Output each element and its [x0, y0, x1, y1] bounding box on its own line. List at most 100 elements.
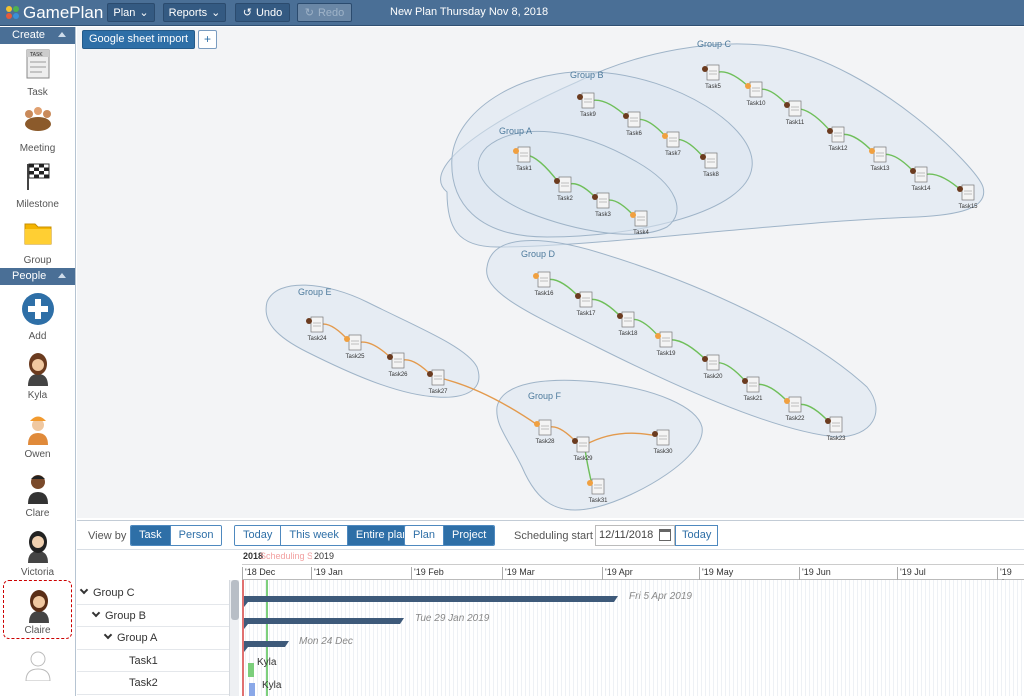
avatar	[28, 531, 48, 563]
task-label: Task11	[786, 120, 805, 126]
plan-group-label: Group D	[521, 249, 556, 259]
gantt-tree: Group C Group B Group A Task1 Task2	[77, 582, 229, 696]
gantt-timeline[interactable]: 2018 Scheduling Start 2019 '18 Dec '19 J…	[242, 550, 1024, 696]
month-label: '19 May	[699, 567, 733, 580]
gantt-row-group-b[interactable]: Group B	[77, 605, 229, 627]
chevron-down-icon[interactable]	[79, 585, 89, 595]
undo-button[interactable]: ↺ Undo	[235, 3, 290, 22]
task-label: Task31	[588, 498, 608, 504]
create-section-header[interactable]: Create	[0, 27, 75, 44]
task-label: Task25	[345, 354, 365, 360]
assignee-avatar	[587, 480, 593, 486]
plan-group-label: Group F	[528, 391, 562, 401]
create-group-item[interactable]: Group	[0, 212, 75, 268]
task-icon	[634, 210, 648, 227]
assignee-avatar	[869, 148, 875, 154]
assignee-avatar	[745, 83, 751, 89]
task-label: Task20	[703, 374, 723, 380]
gantt-bar-group-c[interactable]	[244, 596, 618, 607]
task-icon: TASK	[26, 49, 50, 79]
assignee-avatar	[617, 313, 623, 319]
assignee-avatar	[700, 154, 706, 160]
redo-button[interactable]: ↻ Redo	[297, 3, 352, 22]
chevron-down-icon[interactable]	[91, 608, 101, 617]
chevron-down-icon[interactable]	[103, 630, 113, 640]
gantt-bar-task2[interactable]	[249, 683, 255, 696]
gantt-bar-group-b[interactable]	[244, 618, 404, 629]
person-owen[interactable]: Owen	[0, 403, 75, 462]
task-icon	[831, 126, 845, 143]
person-clare[interactable]: Clare	[0, 462, 75, 521]
task-label: Task3	[595, 212, 611, 218]
month-label: '19 Jan	[311, 567, 343, 580]
calendar-icon[interactable]	[659, 529, 671, 541]
view-by-task-button[interactable]: Task	[131, 526, 171, 545]
google-sheet-import-button[interactable]: Google sheet import	[82, 30, 196, 49]
assignee-avatar	[630, 212, 636, 218]
assignee-avatar	[827, 128, 833, 134]
task-label: Task8	[703, 172, 719, 178]
redo-icon: ↻	[304, 7, 314, 19]
view-by-label: View by	[88, 530, 127, 542]
task-icon	[579, 291, 593, 308]
assignee-avatar	[554, 178, 560, 184]
task-label: Task10	[746, 101, 766, 107]
task-label: Task22	[785, 416, 805, 422]
task-label: Task7	[665, 151, 681, 157]
assignee-avatar	[623, 113, 629, 119]
app-logo[interactable]: GamePlan	[6, 3, 103, 23]
task-label: Task6	[626, 131, 642, 137]
gantt-bar-task1[interactable]	[248, 663, 254, 677]
reports-menu-button[interactable]: Reports ⌄	[163, 3, 226, 22]
task-label: Task26	[388, 372, 408, 378]
gantt-row-group-c[interactable]: Group C	[77, 582, 229, 605]
task-icon	[788, 100, 802, 117]
gantt-bar-group-a[interactable]	[244, 641, 289, 652]
people-section-header[interactable]: People	[0, 268, 75, 285]
top-toolbar: GamePlan Plan ⌄ Reports ⌄ ↺ Undo ↻ Redo …	[0, 0, 1024, 26]
create-milestone-item[interactable]: Milestone	[0, 156, 75, 212]
gantt-scrollbar[interactable]	[229, 580, 239, 696]
undo-icon: ↺	[242, 7, 252, 19]
task-label: Task23	[826, 436, 846, 442]
person-claire[interactable]: Claire	[3, 580, 72, 639]
plan-graph[interactable]: Group C Group B Group A Group D Group E Group…	[77, 27, 1024, 518]
gantt-row-group-a[interactable]: Group A	[77, 627, 229, 650]
scheduling-today-button[interactable]: Today	[675, 525, 719, 546]
task-icon	[914, 166, 928, 183]
month-label: '19 Jun	[799, 567, 831, 580]
chevron-down-icon: ⌄	[139, 7, 149, 19]
add-button[interactable]: +	[198, 30, 217, 49]
avatar	[29, 590, 49, 623]
mode-project-button[interactable]: Project	[444, 526, 495, 545]
person-kyla[interactable]: Kyla	[0, 344, 75, 403]
plan-group-label: Group A	[499, 126, 532, 136]
scrollbar-thumb[interactable]	[231, 580, 239, 620]
gantt-row-task2[interactable]: Task2	[77, 672, 229, 695]
mode-plan-button[interactable]: Plan	[405, 526, 445, 545]
task-icon	[558, 176, 572, 193]
plan-canvas[interactable]: Group C Group B Group A Group D Group E Group…	[77, 27, 1024, 518]
person-victoria[interactable]: Victoria	[0, 521, 75, 580]
assignee-avatar	[387, 354, 393, 360]
gantt-row-task1[interactable]: Task1	[77, 650, 229, 672]
plan-menu-button[interactable]: Plan ⌄	[107, 3, 155, 22]
mode-toggle: Plan Project	[404, 525, 496, 546]
person-placeholder[interactable]	[0, 639, 75, 696]
create-task-item[interactable]: TASK Task	[0, 44, 75, 100]
task-label: Task15	[958, 204, 978, 210]
range-this-week-button[interactable]: This week	[281, 526, 348, 545]
gantt-end-label: Mon 24 Dec	[299, 636, 353, 647]
svg-text:TASK: TASK	[29, 52, 43, 58]
task-label: Task12	[828, 146, 848, 152]
add-person-item[interactable]: Add	[0, 285, 75, 344]
collapse-arrow-icon	[58, 273, 66, 278]
view-by-person-button[interactable]: Person	[170, 526, 222, 545]
gantt-end-label: Fri 5 Apr 2019	[629, 591, 692, 602]
task-label: Task2	[557, 196, 573, 202]
task-icon	[431, 369, 445, 386]
range-today-button[interactable]: Today	[235, 526, 282, 545]
create-meeting-item[interactable]: Meeting	[0, 100, 75, 156]
task-icon	[310, 316, 324, 333]
task-icon	[591, 478, 605, 495]
